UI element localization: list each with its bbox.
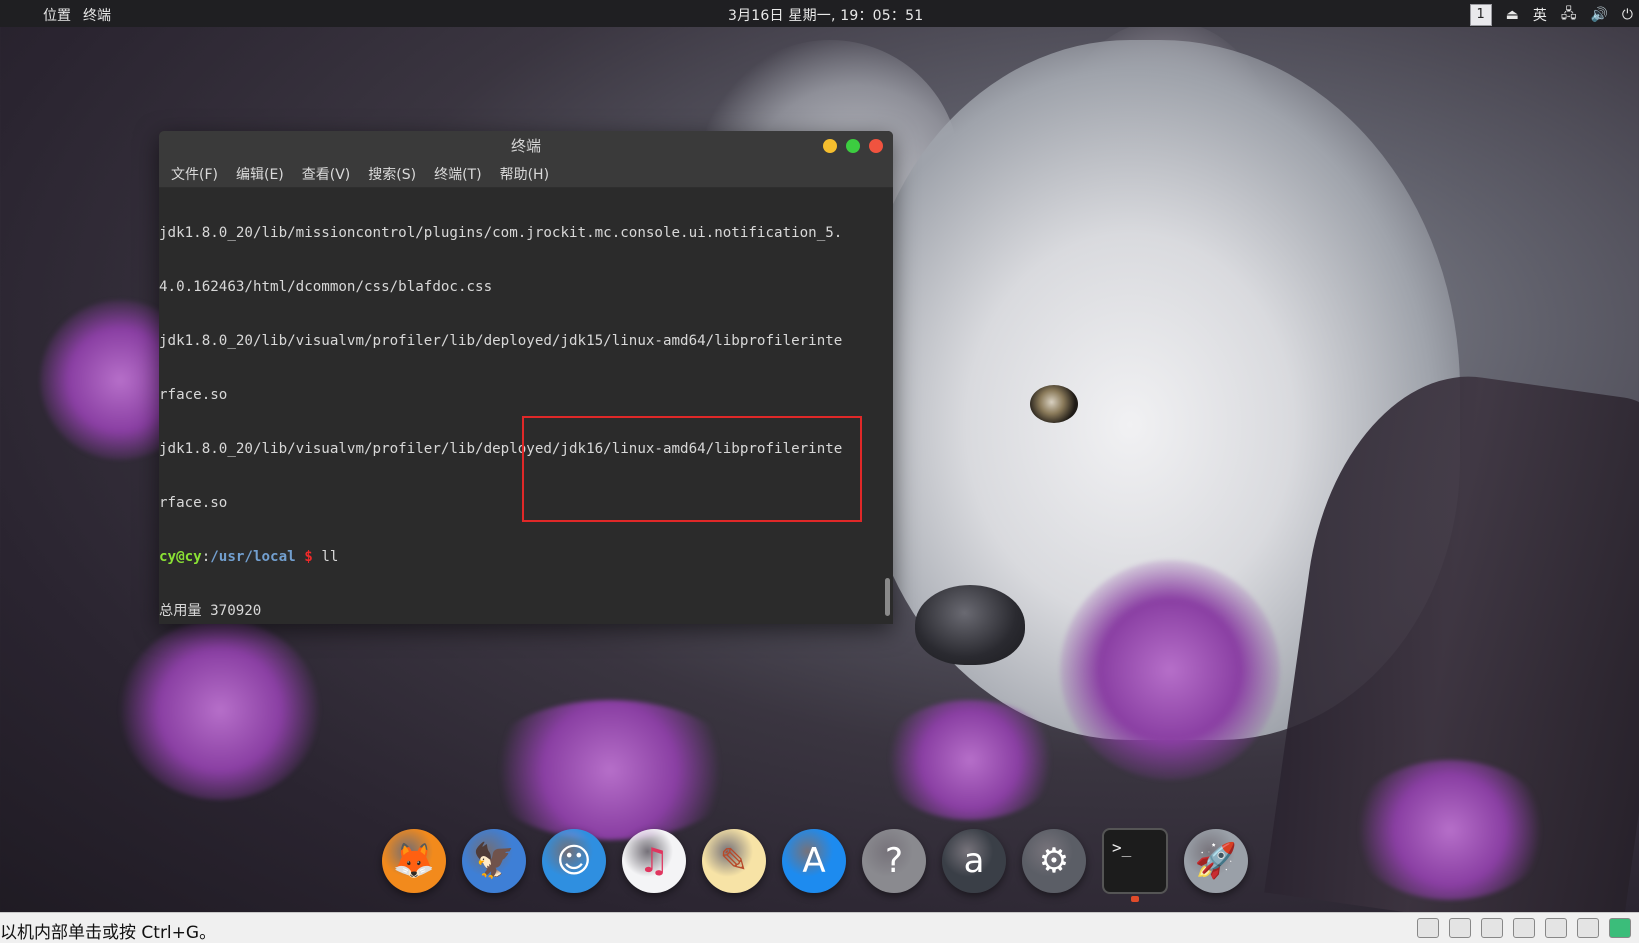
close-button[interactable]	[869, 139, 883, 153]
dock-glyph: >_	[1112, 838, 1132, 857]
output-line: jdk1.8.0_20/lib/visualvm/profiler/lib/de…	[159, 333, 843, 349]
terminal-menubar: 文件(F) 编辑(E) 查看(V) 搜索(S) 终端(T) 帮助(H)	[159, 161, 893, 188]
wallpaper-heather	[480, 700, 740, 840]
places-menu[interactable]: 位置	[43, 5, 71, 25]
network-icon[interactable]: 🖧	[1561, 3, 1577, 27]
total-line: 总用量 370920	[159, 603, 262, 619]
menu-search[interactable]: 搜索(S)	[368, 164, 416, 184]
dock-glyph: 🚀	[1194, 841, 1238, 881]
input-method[interactable]: 英	[1533, 5, 1547, 25]
eject-icon[interactable]: ⏏	[1506, 7, 1519, 23]
menu-file[interactable]: 文件(F)	[171, 164, 218, 184]
menu-edit[interactable]: 编辑(E)	[236, 164, 284, 184]
thunderbird-icon[interactable]: 🦅	[462, 829, 526, 893]
amazon-icon[interactable]: a	[942, 829, 1006, 893]
menu-terminal[interactable]: 终端(T)	[434, 164, 481, 184]
dock-glyph: ?	[884, 841, 904, 881]
wallpaper-heather	[1060, 560, 1280, 780]
dock-glyph: ♫	[638, 841, 670, 881]
prompt-path: /usr/local	[210, 549, 296, 565]
wallpaper-heather	[120, 620, 320, 800]
volume-icon[interactable]: 🔊	[1590, 7, 1607, 23]
app-store-icon[interactable]: A	[782, 829, 846, 893]
output-line: 4.0.162463/html/dcommon/css/blafdoc.css	[159, 279, 493, 295]
dock-glyph: ✎	[719, 841, 749, 881]
workspace-indicator[interactable]: 1	[1469, 4, 1492, 26]
prompt-user: cy@cy	[159, 549, 202, 565]
dock-glyph: 🦅	[472, 841, 516, 881]
output-line: rface.so	[159, 387, 228, 403]
menu-help[interactable]: 帮助(H)	[500, 164, 549, 184]
dock-glyph: ☺	[556, 841, 592, 881]
terminal-app-menu[interactable]: 终端	[83, 5, 111, 25]
prompt-line: cy@cy:/usr/local $ ll	[159, 548, 881, 566]
firefox-icon[interactable]: 🦊	[382, 829, 446, 893]
top-panel: 位置 终端 3月16日 星期一, 19：05：51 1 ⏏ 英 🖧 🔊 ⏻	[0, 0, 1639, 27]
finder-icon[interactable]: ☺	[542, 829, 606, 893]
notes-icon[interactable]: ✎	[702, 829, 766, 893]
launchpad-icon[interactable]: 🚀	[1184, 829, 1248, 893]
clock[interactable]: 3月16日 星期一, 19：05：51	[728, 5, 923, 25]
printer-icon[interactable]	[1513, 918, 1535, 938]
system-settings-icon[interactable]: ⚙	[1022, 829, 1086, 893]
dock-glyph: a	[963, 841, 985, 881]
power-icon[interactable]: ⏻	[1622, 7, 1633, 23]
wallpaper-dog-nose	[915, 585, 1025, 665]
terminal-window[interactable]: 终端 文件(F) 编辑(E) 查看(V) 搜索(S) 终端(T) 帮助(H) j…	[159, 131, 893, 624]
running-indicator	[1131, 896, 1139, 902]
command-text: ll	[321, 549, 339, 565]
dock-glyph: A	[802, 841, 826, 881]
music-icon[interactable]: ♫	[622, 829, 686, 893]
minimize-button[interactable]	[823, 139, 837, 153]
prompt-colon: :	[201, 549, 211, 565]
sound-icon[interactable]	[1545, 918, 1567, 938]
vm-status-bar: 以机内部单击或按 Ctrl+G。	[0, 912, 1639, 943]
wallpaper-heather	[880, 700, 1060, 820]
wallpaper-dog-eye	[1030, 385, 1078, 423]
terminal-icon[interactable]: >_	[1102, 828, 1168, 902]
highlight-annotation-box	[522, 416, 862, 522]
usb-icon[interactable]	[1577, 918, 1599, 938]
status-hint: 以机内部单击或按 Ctrl+G。	[0, 923, 217, 943]
menu-view[interactable]: 查看(V)	[302, 164, 351, 184]
window-title: 终端	[510, 137, 541, 155]
terminal-titlebar[interactable]: 终端	[159, 131, 893, 161]
dock-glyph: 🦊	[392, 841, 436, 881]
hdd-icon[interactable]	[1417, 918, 1439, 938]
scrollbar-thumb[interactable]	[885, 578, 890, 616]
prompt-dollar: $	[295, 549, 322, 565]
network-adapter-icon[interactable]	[1481, 918, 1503, 938]
dock: 🦊 🦅 ☺ ♫ ✎ A? a ⚙ >_ 🚀	[382, 828, 1248, 902]
cd-icon[interactable]	[1449, 918, 1471, 938]
help-icon[interactable]: ?	[862, 829, 926, 893]
maximize-button[interactable]	[846, 139, 860, 153]
vm-tools-icon[interactable]	[1609, 918, 1631, 938]
wallpaper-heather	[1350, 760, 1550, 900]
output-line: jdk1.8.0_20/lib/missioncontrol/plugins/c…	[159, 225, 843, 241]
terminal-output[interactable]: jdk1.8.0_20/lib/missioncontrol/plugins/c…	[159, 188, 881, 624]
dock-glyph: ⚙	[1038, 841, 1070, 881]
